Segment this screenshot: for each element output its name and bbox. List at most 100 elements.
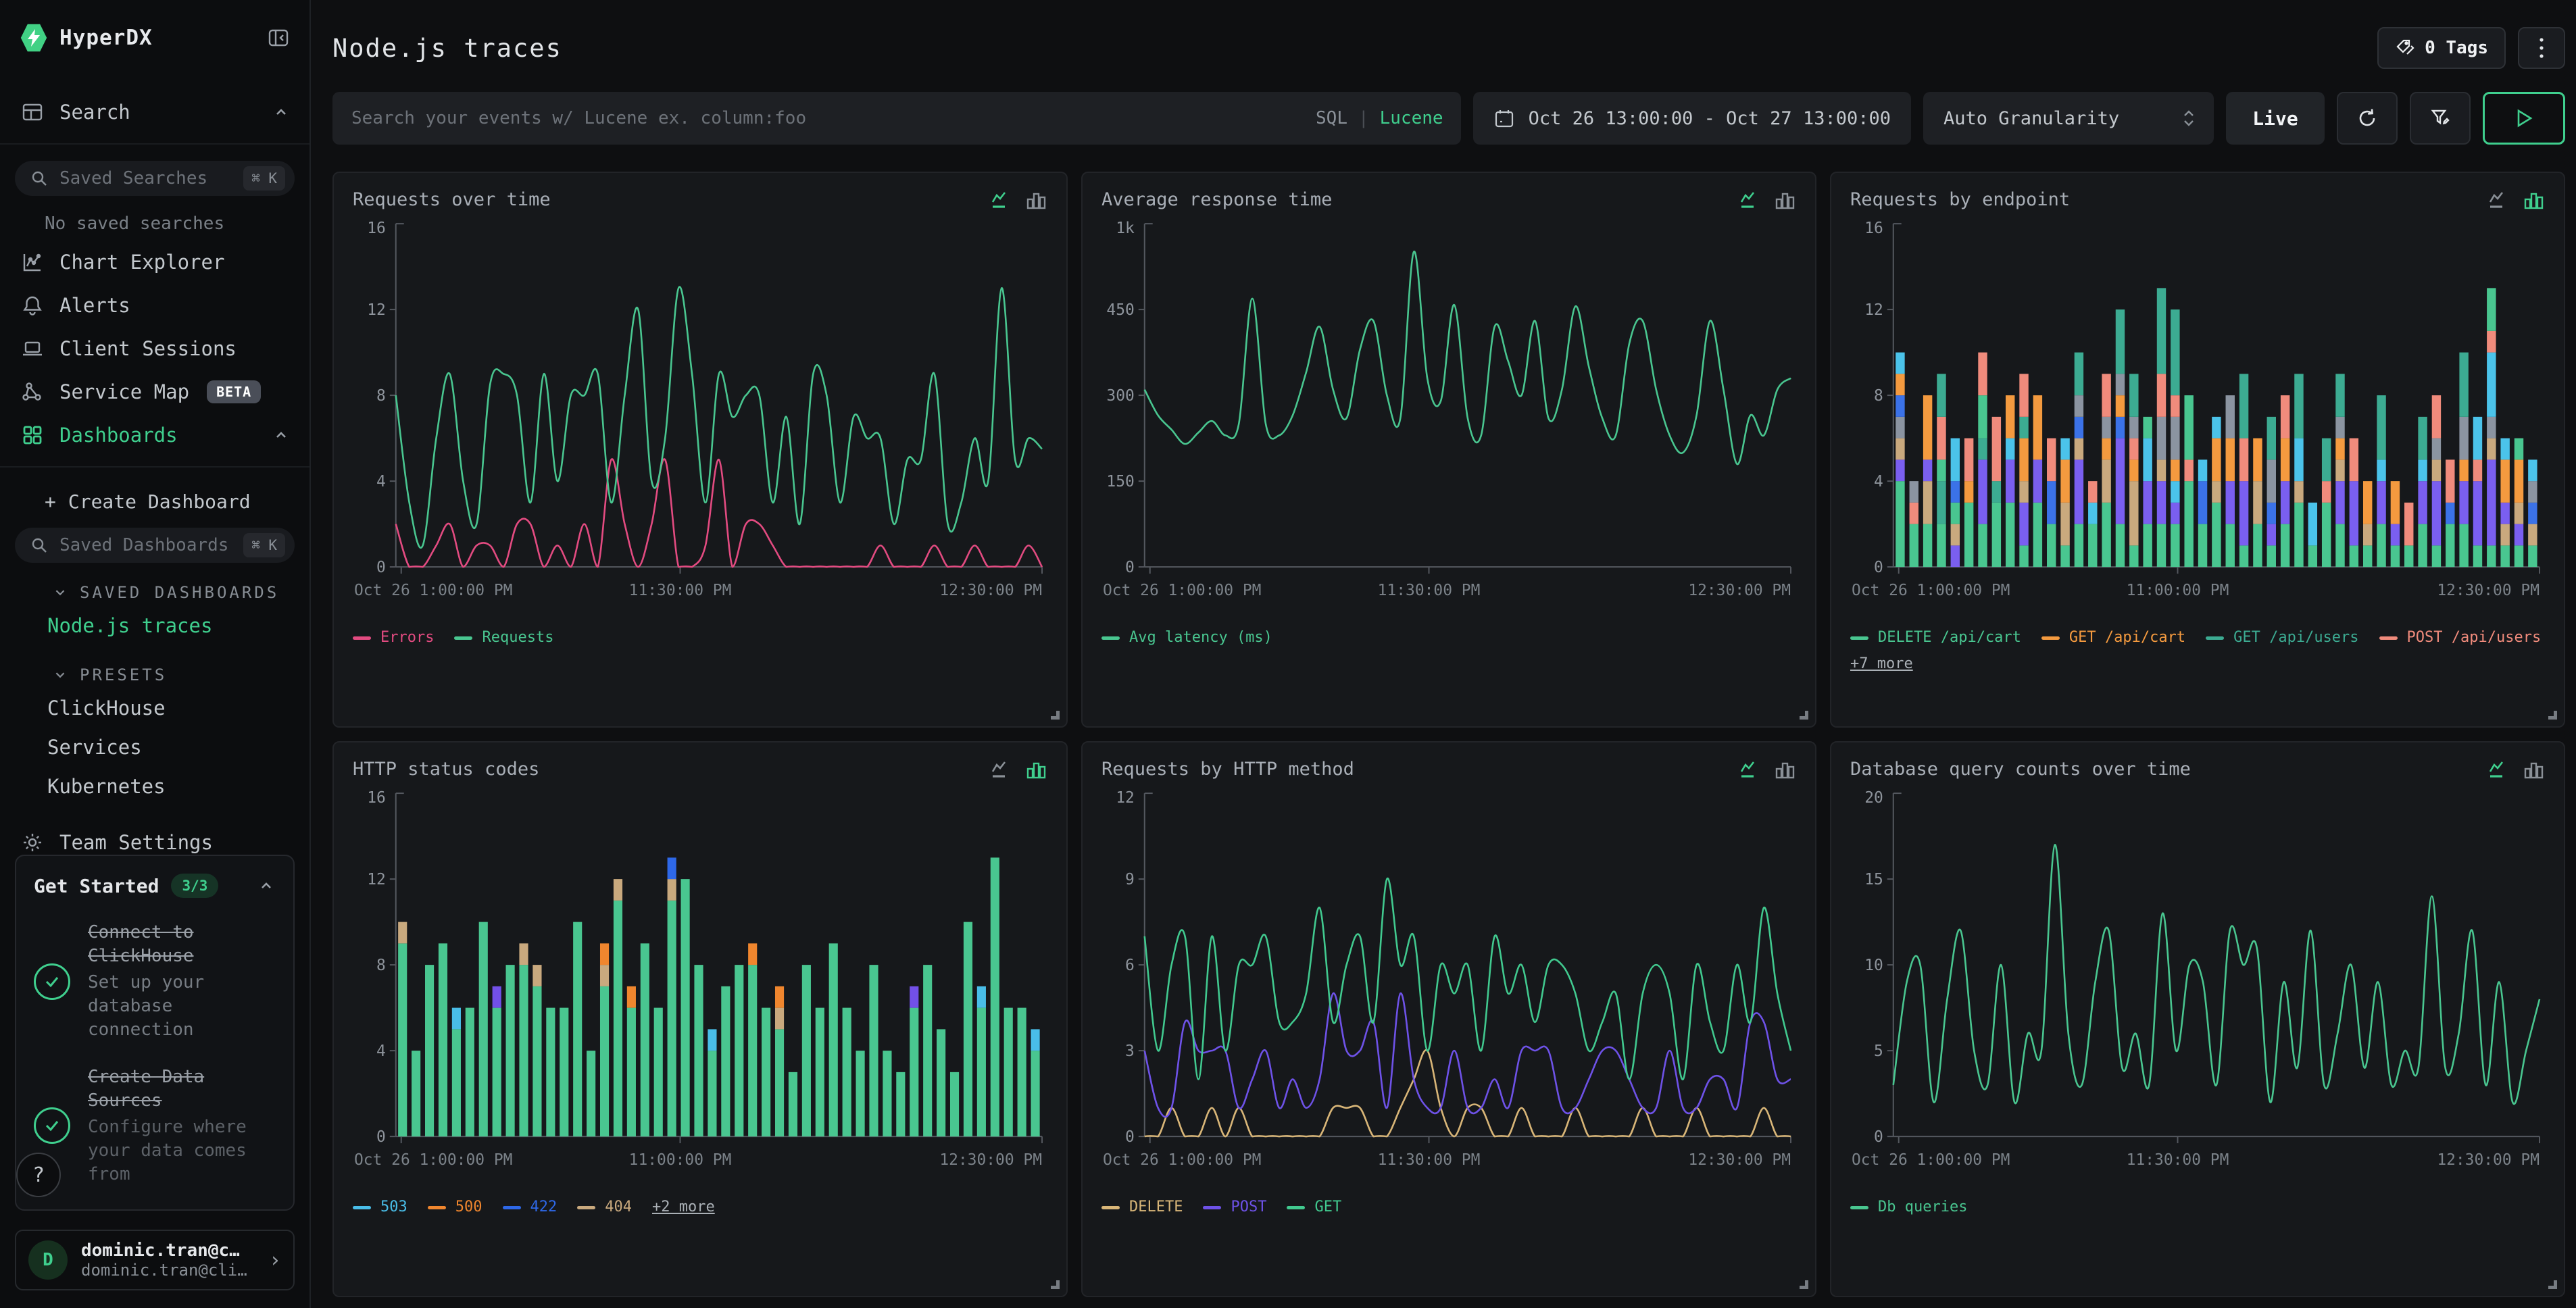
panel-resize-handle[interactable]	[1800, 711, 1808, 720]
panel-resize-handle[interactable]	[2548, 711, 2557, 720]
svg-text:12: 12	[1116, 789, 1135, 807]
dashboard-item-nodejs-traces[interactable]: Node.js traces	[0, 606, 309, 645]
line-chart-toggle-icon[interactable]	[2487, 759, 2510, 782]
legend-more-link[interactable]: +2 more	[652, 1198, 715, 1217]
chart-legend: ErrorsRequests	[353, 628, 1047, 648]
legend-item: GET /api/cart	[2041, 628, 2185, 648]
run-query-button[interactable]	[2483, 92, 2565, 145]
svg-text:300: 300	[1106, 387, 1134, 405]
dashboard-item-services[interactable]: Services	[0, 728, 309, 767]
dashboard-item-kubernetes[interactable]: Kubernetes	[0, 767, 309, 806]
svg-text:11:30:00 PM: 11:30:00 PM	[629, 582, 732, 599]
sidebar-item-team-settings[interactable]: Team Settings	[0, 806, 309, 855]
help-button[interactable]: ?	[16, 1153, 61, 1197]
panel-resize-handle[interactable]	[1800, 1280, 1808, 1289]
panel-resize-handle[interactable]	[1051, 711, 1060, 720]
dashboard-item-clickhouse[interactable]: ClickHouse	[0, 688, 309, 728]
chart-panel-requests-by-http-method: Requests by HTTP method129630Oct 26 1:00…	[1081, 741, 1816, 1297]
divider	[0, 143, 309, 145]
sidebar-item-dashboards[interactable]: Dashboards	[0, 413, 309, 457]
filter-button[interactable]	[2410, 92, 2471, 145]
event-search-box[interactable]: SQL | Lucene	[332, 92, 1461, 145]
line-chart-toggle-icon[interactable]	[989, 189, 1012, 212]
tags-button[interactable]: 0 Tags	[2377, 27, 2506, 69]
svg-text:12:30:00 PM: 12:30:00 PM	[1688, 1151, 1791, 1169]
sidebar-item-search[interactable]: Search	[0, 91, 309, 134]
sidebar-collapse-icon[interactable]	[266, 26, 291, 50]
bar-chart-toggle-icon[interactable]	[1024, 189, 1047, 212]
saved-dashboards-input[interactable]	[58, 534, 243, 556]
refresh-button[interactable]	[2337, 92, 2398, 145]
saved-searches-search[interactable]: ⌘ K	[15, 161, 295, 197]
svg-text:3: 3	[1125, 1042, 1135, 1060]
sidebar-item-client-sessions[interactable]: Client Sessions	[0, 327, 309, 370]
app-title: HyperDX	[59, 26, 153, 50]
svg-text:4: 4	[376, 1042, 386, 1060]
bar-chart-toggle-icon[interactable]	[2522, 759, 2545, 782]
line-chart-toggle-icon[interactable]	[1738, 189, 1761, 212]
chevron-up-icon[interactable]	[272, 103, 291, 122]
svg-text:12: 12	[367, 871, 386, 888]
get-started-item-connect[interactable]: Connect to ClickHouse Set up your databa…	[34, 921, 276, 1042]
chart-title: Requests over time	[353, 189, 551, 210]
event-search-input[interactable]	[350, 107, 1316, 129]
bar-chart-toggle-icon[interactable]	[1773, 759, 1796, 782]
line-chart-toggle-icon[interactable]	[2487, 189, 2510, 212]
svg-text:12:30:00 PM: 12:30:00 PM	[2437, 1151, 2540, 1169]
chevron-up-icon[interactable]	[257, 876, 276, 895]
date-range-picker[interactable]: Oct 26 13:00:00 - Oct 27 13:00:00	[1473, 92, 1911, 145]
line-chart-toggle-icon[interactable]	[1738, 759, 1761, 782]
select-chevrons-icon	[2180, 107, 2198, 130]
chevron-down-icon	[51, 584, 69, 601]
user-menu[interactable]: D dominic.tran@c… dominic.tran@cli… ›	[15, 1230, 295, 1290]
legend-more-link[interactable]: +7 more	[1850, 655, 1913, 674]
get-started-title: Get Started	[34, 875, 159, 897]
panel-resize-handle[interactable]	[1051, 1280, 1060, 1289]
svg-text:9: 9	[1125, 871, 1135, 888]
section-saved-dashboards[interactable]: SAVED DASHBOARDS	[0, 563, 309, 606]
sql-toggle[interactable]: SQL	[1316, 108, 1347, 128]
svg-text:Oct 26 1:00:00 PM: Oct 26 1:00:00 PM	[354, 582, 512, 599]
chart-canvas-http-status-codes: 1612840Oct 26 1:00:00 PM11:00:00 PM12:30…	[353, 783, 1047, 1188]
live-button[interactable]: Live	[2226, 92, 2325, 145]
sidebar-item-chart-explorer[interactable]: Chart Explorer	[0, 241, 309, 284]
panel-resize-handle[interactable]	[2548, 1280, 2557, 1289]
granularity-select[interactable]: Auto Granularity	[1923, 92, 2214, 145]
chart-title: Requests by endpoint	[1850, 189, 2070, 210]
sidebar-item-alerts[interactable]: Alerts	[0, 284, 309, 327]
chevron-up-icon[interactable]	[272, 426, 291, 445]
check-circle-icon	[34, 963, 70, 1000]
bar-chart-toggle-icon[interactable]	[1773, 189, 1796, 212]
svg-text:16: 16	[367, 220, 386, 237]
legend-item: POST	[1203, 1198, 1266, 1217]
sidebar-item-service-map[interactable]: Service Map BETA	[0, 370, 309, 413]
plus-icon: +	[45, 490, 56, 513]
svg-text:11:00:00 PM: 11:00:00 PM	[2127, 582, 2229, 599]
bar-chart-toggle-icon[interactable]	[2522, 189, 2545, 212]
section-presets[interactable]: PRESETS	[0, 645, 309, 688]
laptop-icon	[20, 336, 45, 361]
shortcut-badge: ⌘ K	[243, 166, 285, 191]
get-started-item-sources[interactable]: Create Data Sources Configure where your…	[34, 1065, 276, 1186]
sidebar-item-label: Alerts	[59, 294, 130, 317]
bar-chart-toggle-icon[interactable]	[1024, 759, 1047, 782]
legend-item: DELETE	[1101, 1198, 1183, 1217]
svg-text:10: 10	[1864, 957, 1883, 974]
lucene-toggle[interactable]: Lucene	[1380, 108, 1443, 128]
legend-item: Requests	[454, 628, 553, 648]
legend-item: Db queries	[1850, 1198, 1967, 1217]
create-dashboard-button[interactable]: + Create Dashboard	[0, 477, 309, 521]
dashboard-menu-button[interactable]	[2518, 27, 2565, 69]
sidebar-item-label: Chart Explorer	[59, 251, 224, 274]
line-chart-toggle-icon[interactable]	[989, 759, 1012, 782]
sidebar-bottom: Get Started 3/3 Connect to ClickHouse Se…	[0, 855, 309, 1308]
no-saved-searches-text: No saved searches	[0, 196, 309, 241]
sidebar-item-label: Search	[59, 101, 130, 124]
svg-text:0: 0	[1874, 1128, 1883, 1146]
chart-title: Requests by HTTP method	[1101, 759, 1354, 780]
saved-searches-input[interactable]	[58, 168, 243, 189]
play-icon	[2515, 108, 2533, 128]
chart-legend: DELETE /api/cartGET /api/cartGET /api/us…	[1850, 628, 2545, 674]
svg-text:20: 20	[1864, 789, 1883, 807]
saved-dashboards-search[interactable]: ⌘ K	[15, 528, 295, 563]
